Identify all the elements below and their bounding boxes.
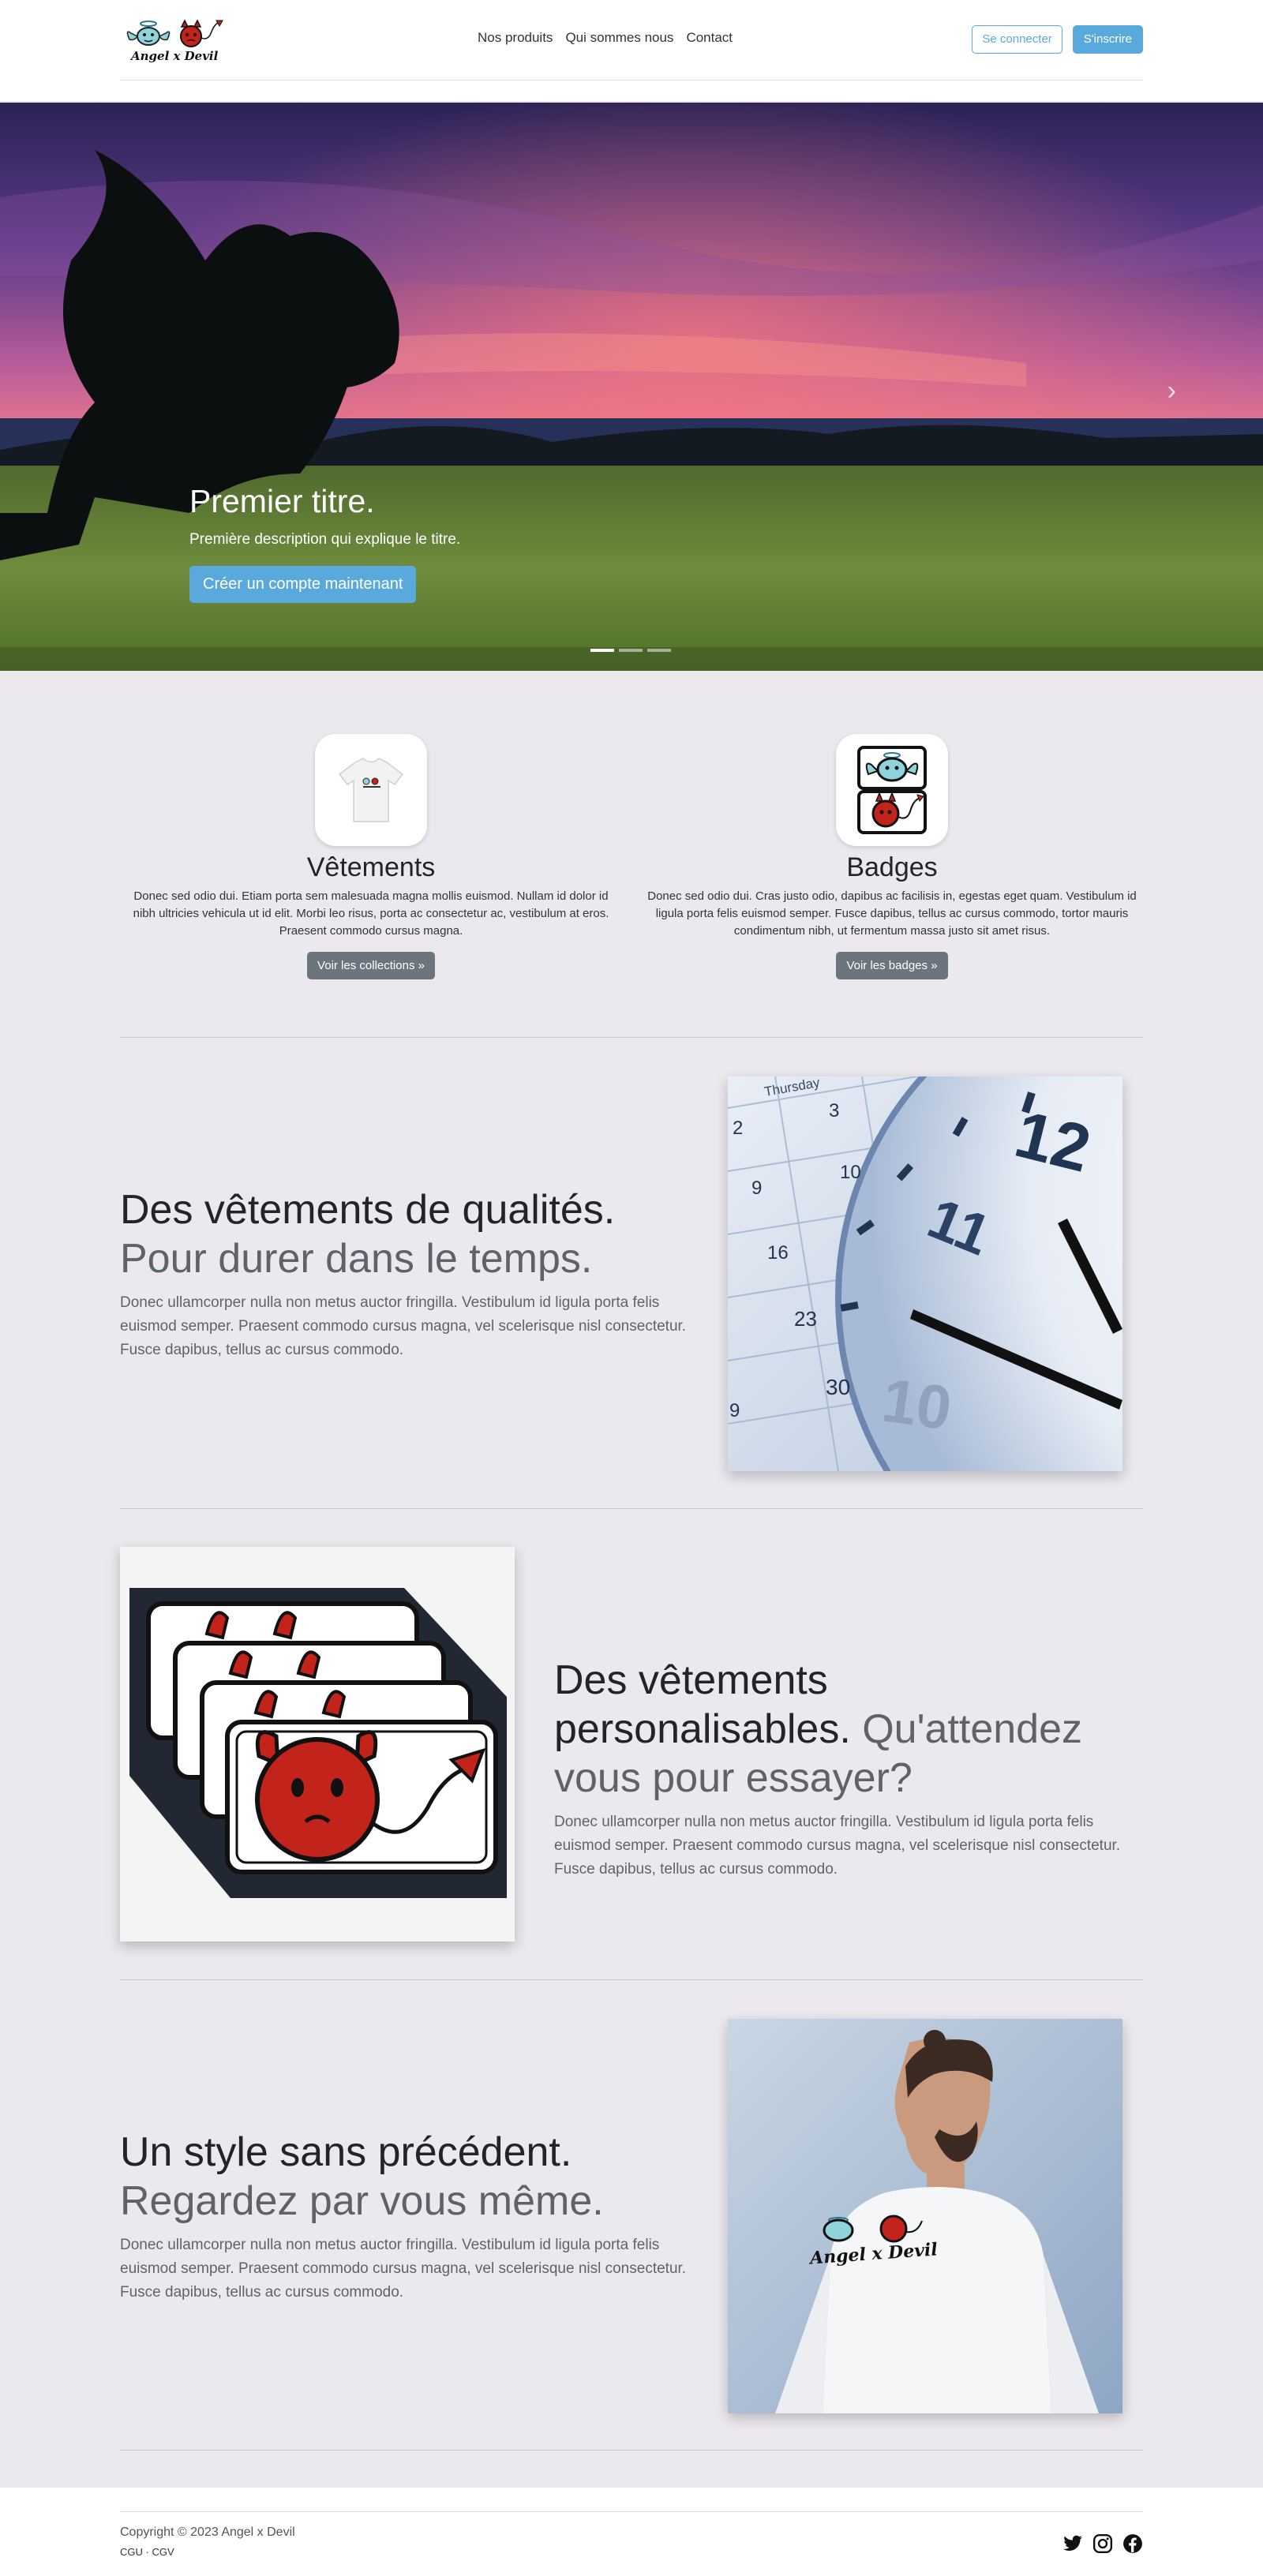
calendar-date: 3 bbox=[829, 1100, 840, 1121]
nav-link-contact[interactable]: Contact bbox=[686, 30, 733, 46]
feature-heading-main: Des vêtements personalisables. bbox=[554, 1657, 851, 1752]
hero-caption: Premier titre. Première description qui … bbox=[189, 483, 460, 603]
clock-number: 10 bbox=[878, 1365, 956, 1443]
nav-link-about[interactable]: Qui sommes nous bbox=[565, 30, 673, 46]
feature-text: Donec ullamcorper nulla non metus auctor… bbox=[554, 1814, 1121, 1878]
instagram-icon[interactable] bbox=[1092, 2533, 1113, 2554]
feature-heading: Des vêtements de qualités. Pour durer da… bbox=[120, 1185, 688, 1283]
category-clothing: Vêtements Donec sed odio dui. Etiam port… bbox=[118, 734, 624, 979]
feature-text: Donec ullamcorper nulla non metus auctor… bbox=[120, 2237, 687, 2301]
feature-customizable: Des vêtements personalisables. Qu'attend… bbox=[554, 1656, 1122, 1881]
carousel-indicator-3[interactable] bbox=[647, 649, 671, 652]
nav-link-products[interactable]: Nos produits bbox=[478, 30, 553, 46]
social-links bbox=[1062, 2533, 1143, 2554]
main-nav: Nos produits Qui sommes nous Contact bbox=[478, 30, 733, 46]
carousel-indicator-1[interactable] bbox=[590, 649, 614, 652]
signup-button[interactable]: S'inscrire bbox=[1072, 25, 1143, 54]
create-account-button[interactable]: Créer un compte maintenant bbox=[189, 566, 417, 603]
calendar-date: 2 bbox=[733, 1118, 744, 1139]
legal-links[interactable]: CGU · CGV bbox=[120, 2546, 174, 2558]
section-divider bbox=[120, 2450, 1143, 2451]
section-divider bbox=[120, 1037, 1143, 1038]
category-badges: Badges Donec sed odio dui. Cras justo od… bbox=[639, 734, 1145, 979]
feature-heading-muted: Regardez par vous même. bbox=[120, 2178, 604, 2224]
feature-heading: Un style sans précédent. Regardez par vo… bbox=[120, 2128, 688, 2226]
man-in-sweater-icon bbox=[728, 2019, 1122, 2413]
calendar-date: 9 bbox=[729, 1400, 740, 1421]
tshirt-thumbnail bbox=[315, 734, 427, 846]
section-divider bbox=[120, 1508, 1143, 1509]
carousel-next-icon[interactable]: › bbox=[1167, 376, 1176, 406]
feature-style: Un style sans précédent. Regardez par vo… bbox=[120, 2128, 688, 2305]
devil-badges-image bbox=[120, 1547, 515, 1941]
calendar-date: 23 bbox=[794, 1307, 817, 1331]
feature-text: Donec ullamcorper nulla non metus auctor… bbox=[120, 1294, 687, 1358]
model-sweater-image: Angel x Devil bbox=[728, 2019, 1122, 2413]
feature-heading-muted: Pour durer dans le temps. bbox=[120, 1236, 593, 1282]
view-badges-button[interactable]: Voir les badges » bbox=[836, 952, 948, 979]
footer-divider bbox=[120, 2511, 1143, 2512]
hero-title: Premier titre. bbox=[189, 483, 375, 519]
calendar-date: 30 bbox=[826, 1375, 851, 1399]
login-button[interactable]: Se connecter bbox=[972, 25, 1062, 54]
feature-heading-main: Un style sans précédent. bbox=[120, 2129, 572, 2175]
feature-heading-main: Des vêtements de qualités. bbox=[120, 1187, 616, 1233]
badges-thumbnail bbox=[836, 734, 948, 846]
view-collections-button[interactable]: Voir les collections » bbox=[307, 952, 435, 979]
carousel-indicator-2[interactable] bbox=[619, 649, 643, 652]
calendar-date: 10 bbox=[840, 1162, 861, 1183]
devil-badges-icon bbox=[129, 1588, 507, 1898]
calendar-date: 16 bbox=[767, 1242, 789, 1264]
category-title: Badges bbox=[846, 852, 938, 882]
category-title: Vêtements bbox=[306, 852, 436, 882]
brand-logo[interactable]: Angel x Devil bbox=[123, 17, 224, 66]
category-description: Donec sed odio dui. Cras justo odio, dap… bbox=[647, 889, 1137, 938]
feature-heading: Des vêtements personalisables. Qu'attend… bbox=[554, 1656, 1122, 1803]
section-divider bbox=[120, 1979, 1143, 1980]
brand-logo-text: Angel x Devil bbox=[131, 49, 219, 63]
hero-carousel: Premier titre. Première description qui … bbox=[0, 103, 1263, 671]
feature-quality: Des vêtements de qualités. Pour durer da… bbox=[120, 1185, 688, 1362]
twitter-icon[interactable] bbox=[1062, 2533, 1083, 2554]
hero-description: Première description qui explique le tit… bbox=[189, 531, 461, 548]
copyright-text: Copyright © 2023 Angel x Devil bbox=[120, 2525, 295, 2539]
clock-calendar-image: Thursday 2 3 9 10 16 23 30 9 12 11 10 bbox=[728, 1076, 1122, 1471]
calendar-date: 9 bbox=[751, 1178, 763, 1199]
facebook-icon[interactable] bbox=[1122, 2533, 1143, 2554]
badges-icon bbox=[857, 746, 927, 834]
tshirt-icon bbox=[338, 758, 404, 822]
carousel-indicators bbox=[590, 649, 671, 652]
site-footer: Copyright © 2023 Angel x Devil CGU · CGV bbox=[0, 2488, 1263, 2576]
auth-buttons: Se connecter S'inscrire bbox=[972, 25, 1143, 54]
angel-devil-logo-icon bbox=[126, 19, 223, 47]
site-header: Angel x Devil Nos produits Qui sommes no… bbox=[0, 0, 1263, 101]
header-bar: Angel x Devil Nos produits Qui sommes no… bbox=[120, 0, 1143, 80]
category-description: Donec sed odio dui. Etiam porta sem male… bbox=[133, 889, 609, 938]
